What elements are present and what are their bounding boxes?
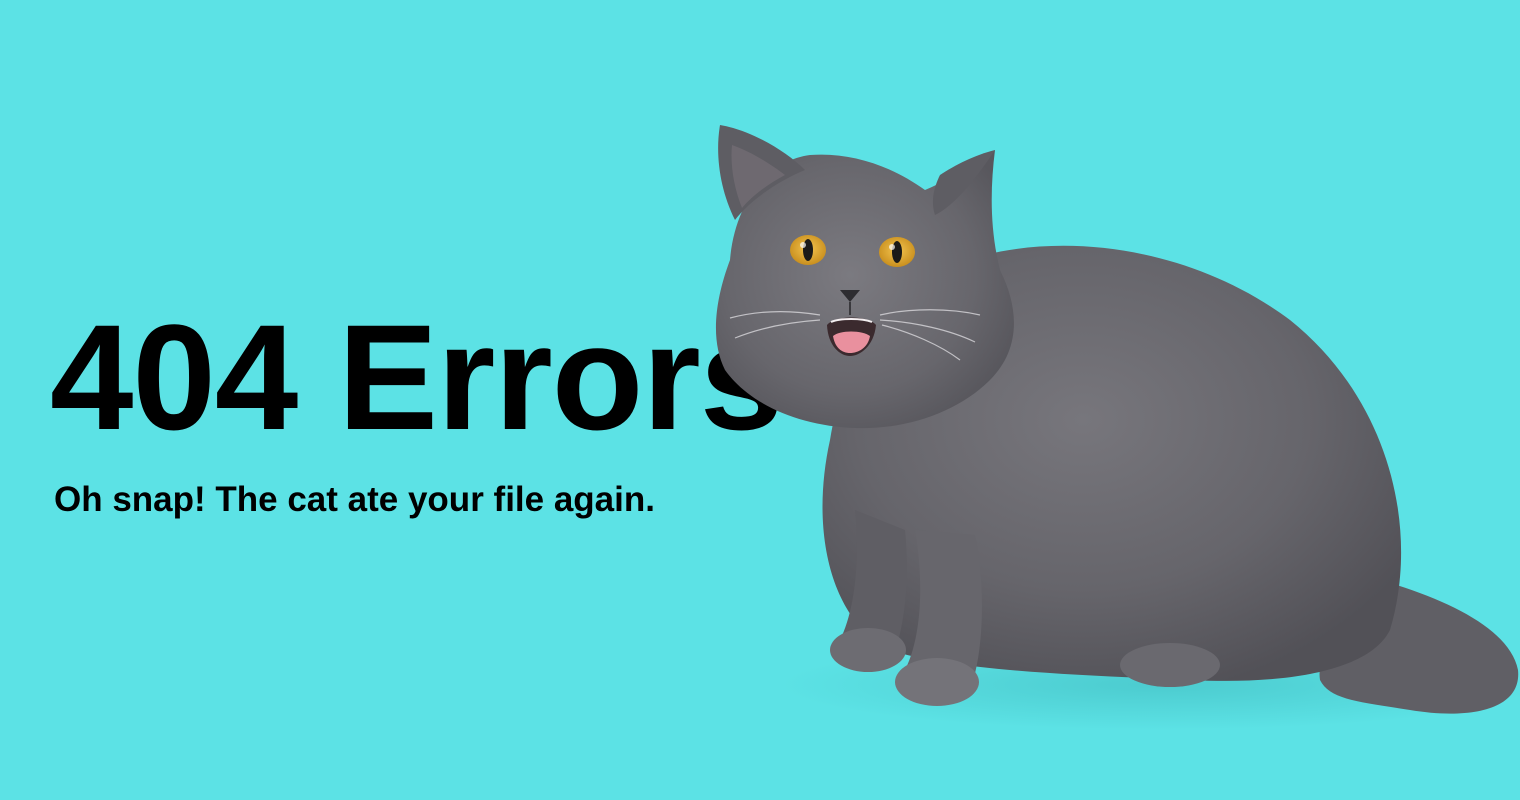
cat-image: [715, 125, 1520, 730]
cat-pupil-right: [892, 241, 902, 263]
cat-hind-paw: [1120, 643, 1220, 687]
error-message: Oh snap! The cat ate your file again.: [54, 480, 655, 519]
cat-paw-right: [895, 658, 979, 706]
error-heading: 404 Errors: [50, 293, 783, 461]
cat-paw-left: [830, 628, 906, 672]
cat-pupil-left: [803, 239, 813, 261]
